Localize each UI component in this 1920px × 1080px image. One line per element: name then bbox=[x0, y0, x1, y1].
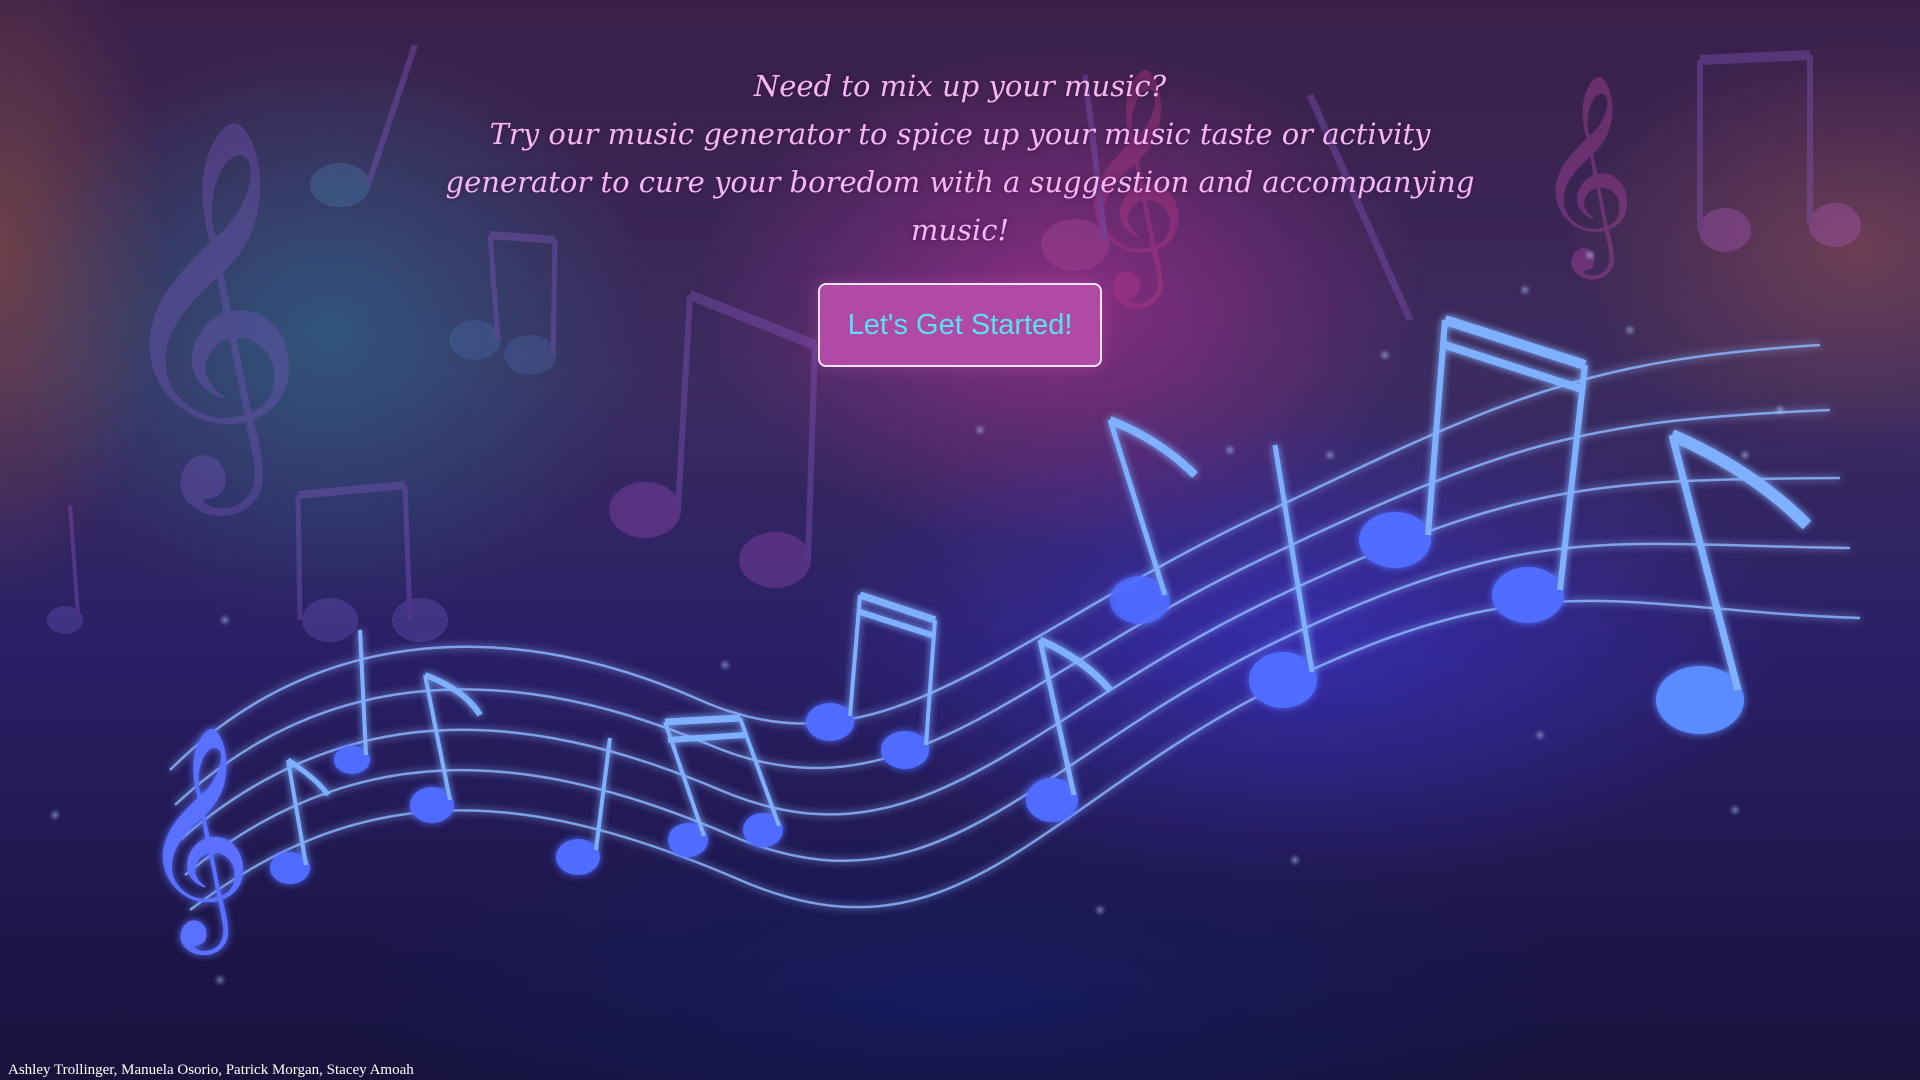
hero-heading: Need to mix up your music? bbox=[753, 69, 1167, 103]
get-started-button[interactable]: Let's Get Started! bbox=[818, 283, 1102, 367]
faded-beamed-notes-icon bbox=[295, 481, 448, 642]
beamed-notes-icon bbox=[1359, 315, 1588, 623]
eighth-note-icon bbox=[410, 672, 483, 823]
eighth-note-icon bbox=[270, 757, 331, 884]
faded-beamed-notes-icon bbox=[609, 290, 818, 588]
eighth-note-icon bbox=[1249, 444, 1317, 708]
svg-text:𝄞: 𝄞 bbox=[140, 724, 252, 955]
eighth-note-icon bbox=[334, 629, 370, 774]
eighth-note-icon bbox=[1107, 416, 1198, 624]
faded-beamed-notes-icon bbox=[449, 231, 558, 375]
treble-clef-icon: 𝄞 bbox=[140, 724, 252, 955]
hero-description: Try our music generator to spice up your… bbox=[445, 117, 1475, 247]
hero-text: Need to mix up your music? Try our music… bbox=[0, 62, 1920, 254]
eighth-note-icon bbox=[556, 737, 612, 875]
beamed-notes-icon bbox=[806, 591, 937, 769]
faded-note-icon bbox=[47, 504, 83, 634]
footer-credits: Ashley Trollinger, Manuela Osorio, Patri… bbox=[8, 1062, 414, 1078]
beamed-notes-icon bbox=[663, 714, 783, 857]
